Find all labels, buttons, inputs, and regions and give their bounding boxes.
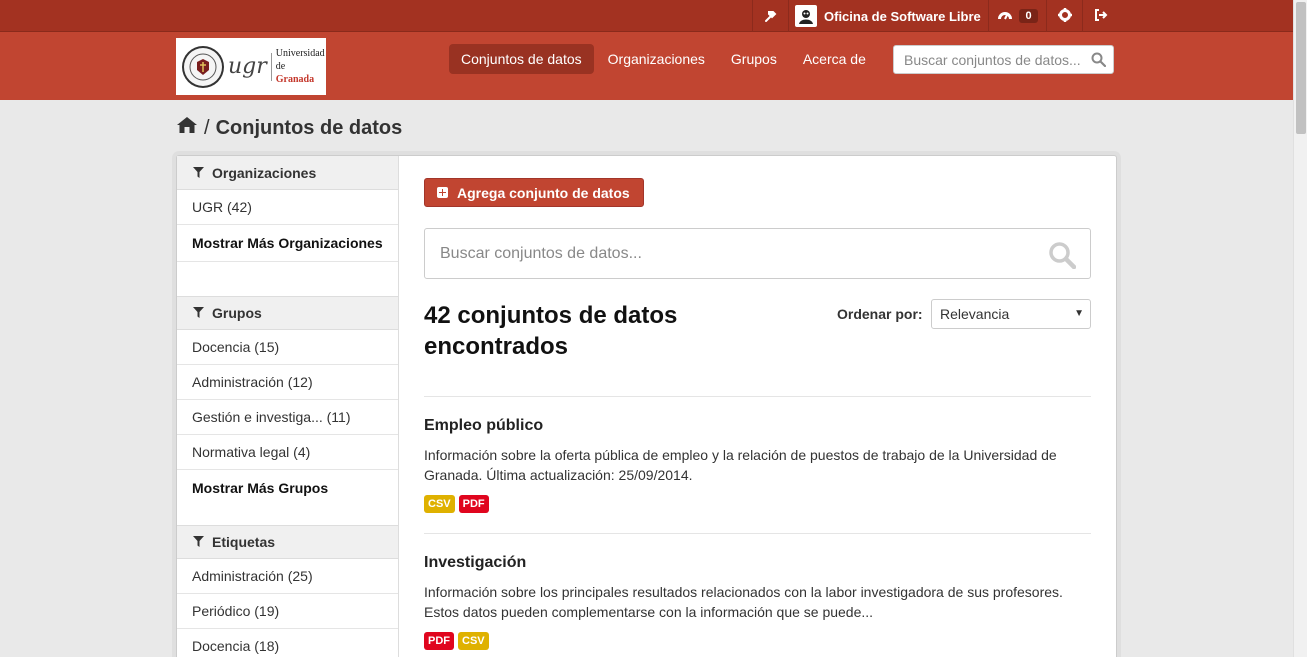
format-badge[interactable]: CSV xyxy=(424,495,455,513)
filter-icon xyxy=(193,534,204,550)
gear-icon xyxy=(1057,7,1072,25)
site-search xyxy=(893,45,1114,74)
nav-item-datasets[interactable]: Conjuntos de datos xyxy=(449,44,594,74)
dataset-search xyxy=(424,228,1091,279)
logo-line-2-prefix: de xyxy=(275,61,286,72)
show-more-groups-link[interactable]: Mostrar Más Grupos xyxy=(177,470,398,506)
format-badge[interactable]: PDF xyxy=(458,495,489,513)
nav-item-organizations[interactable]: Organizaciones xyxy=(596,44,717,74)
dataset-formats: PDF CSV xyxy=(424,632,493,650)
facet-item[interactable]: Administración (25) xyxy=(177,559,398,594)
sort-selected-value: Relevancia xyxy=(940,306,1010,322)
dashboard-icon xyxy=(997,8,1013,24)
dataset-notes: Información sobre los principales result… xyxy=(424,584,1063,620)
facet-item[interactable]: Periódico (19) xyxy=(177,594,398,629)
dashboard-link[interactable]: 0 xyxy=(988,0,1046,32)
user-account-name: Oficina de Software Libre xyxy=(824,8,981,24)
user-account-link[interactable]: Oficina de Software Libre xyxy=(788,0,988,32)
divider xyxy=(424,396,1091,397)
logo-abbr: ugr xyxy=(227,54,267,79)
nav-item-groups[interactable]: Grupos xyxy=(719,44,789,74)
dataset-notes: Información sobre la oferta pública de e… xyxy=(424,447,1057,483)
dataset-title-link[interactable]: Investigación xyxy=(424,554,526,572)
facet-heading-tags: Etiquetas xyxy=(177,525,398,559)
breadcrumb: / Conjuntos de datos xyxy=(176,116,402,140)
facet-item[interactable]: Gestión e investiga... (11) xyxy=(177,400,398,435)
logo-line-2-accent: Granada xyxy=(275,74,315,85)
logo-line-1: Universidad xyxy=(275,48,325,59)
add-dataset-label: Agrega conjunto de datos xyxy=(457,184,630,201)
logo-divider xyxy=(270,52,272,81)
divider xyxy=(424,533,1091,534)
breadcrumb-current[interactable]: Conjuntos de datos xyxy=(216,117,403,140)
facet-item[interactable]: UGR (42) xyxy=(177,190,398,225)
site-search-input[interactable] xyxy=(894,46,1084,73)
logo-wordmark: Universidad de Granada xyxy=(276,47,326,86)
facet-item[interactable]: Normativa legal (4) xyxy=(177,435,398,470)
add-dataset-button[interactable]: Agrega conjunto de datos xyxy=(424,178,644,207)
masthead: ugr Universidad de Granada Conjuntos de … xyxy=(0,32,1293,100)
activity-count-badge: 0 xyxy=(1019,9,1038,23)
format-badge[interactable]: CSV xyxy=(458,632,489,650)
avatar xyxy=(795,5,817,27)
sort-select[interactable]: Relevancia ▼ xyxy=(931,299,1091,329)
sign-out-icon xyxy=(1094,8,1108,25)
nav-item-about[interactable]: Acerca de xyxy=(791,44,878,74)
settings-link[interactable] xyxy=(1046,0,1082,32)
home-icon[interactable] xyxy=(176,116,198,140)
breadcrumb-separator: / xyxy=(204,116,210,139)
facet-heading-organizations: Organizaciones xyxy=(177,156,398,190)
facet-sidebar: Organizaciones UGR (42) Mostrar Más Orga… xyxy=(177,156,399,657)
facet-heading-groups: Grupos xyxy=(177,296,398,330)
facet-heading-label: Organizaciones xyxy=(212,164,317,181)
dataset-formats: CSV PDF xyxy=(424,495,493,513)
logout-link[interactable] xyxy=(1082,0,1118,32)
facet-item[interactable]: Docencia (15) xyxy=(177,330,398,365)
format-badge[interactable]: PDF xyxy=(424,632,454,650)
search-icon[interactable] xyxy=(1048,241,1077,272)
account-bar: Oficina de Software Libre 0 xyxy=(0,0,1293,32)
university-seal-icon xyxy=(182,45,224,88)
facet-spacer xyxy=(177,506,398,525)
facet-spacer xyxy=(177,262,398,296)
page-scrollbar[interactable] xyxy=(1293,0,1307,657)
dataset-title-link[interactable]: Empleo público xyxy=(424,417,543,435)
scrollbar-thumb[interactable] xyxy=(1296,2,1306,134)
dataset-search-input[interactable] xyxy=(425,229,1025,278)
filter-icon xyxy=(193,305,204,321)
facet-heading-label: Etiquetas xyxy=(212,534,276,550)
results-count: 42 conjuntos de datos encontrados xyxy=(424,302,678,360)
facet-item[interactable]: Administración (12) xyxy=(177,365,398,400)
sort-label: Ordenar por: xyxy=(837,306,923,322)
content-wrapper: Organizaciones UGR (42) Mostrar Más Orga… xyxy=(176,155,1117,657)
facet-item[interactable]: Docencia (18) xyxy=(177,629,398,657)
search-icon[interactable] xyxy=(1091,52,1107,70)
logo-line-2: de Granada xyxy=(276,60,326,86)
main-nav: Conjuntos de datos Organizaciones Grupos… xyxy=(449,44,880,74)
filter-icon xyxy=(193,165,204,181)
sysadmin-icon[interactable] xyxy=(752,0,788,32)
site-logo[interactable]: ugr Universidad de Granada xyxy=(176,38,326,95)
show-more-organizations-link[interactable]: Mostrar Más Organizaciones xyxy=(177,225,398,262)
facet-heading-label: Grupos xyxy=(212,305,262,321)
plus-square-icon xyxy=(437,187,448,198)
caret-down-icon: ▼ xyxy=(1074,308,1084,319)
